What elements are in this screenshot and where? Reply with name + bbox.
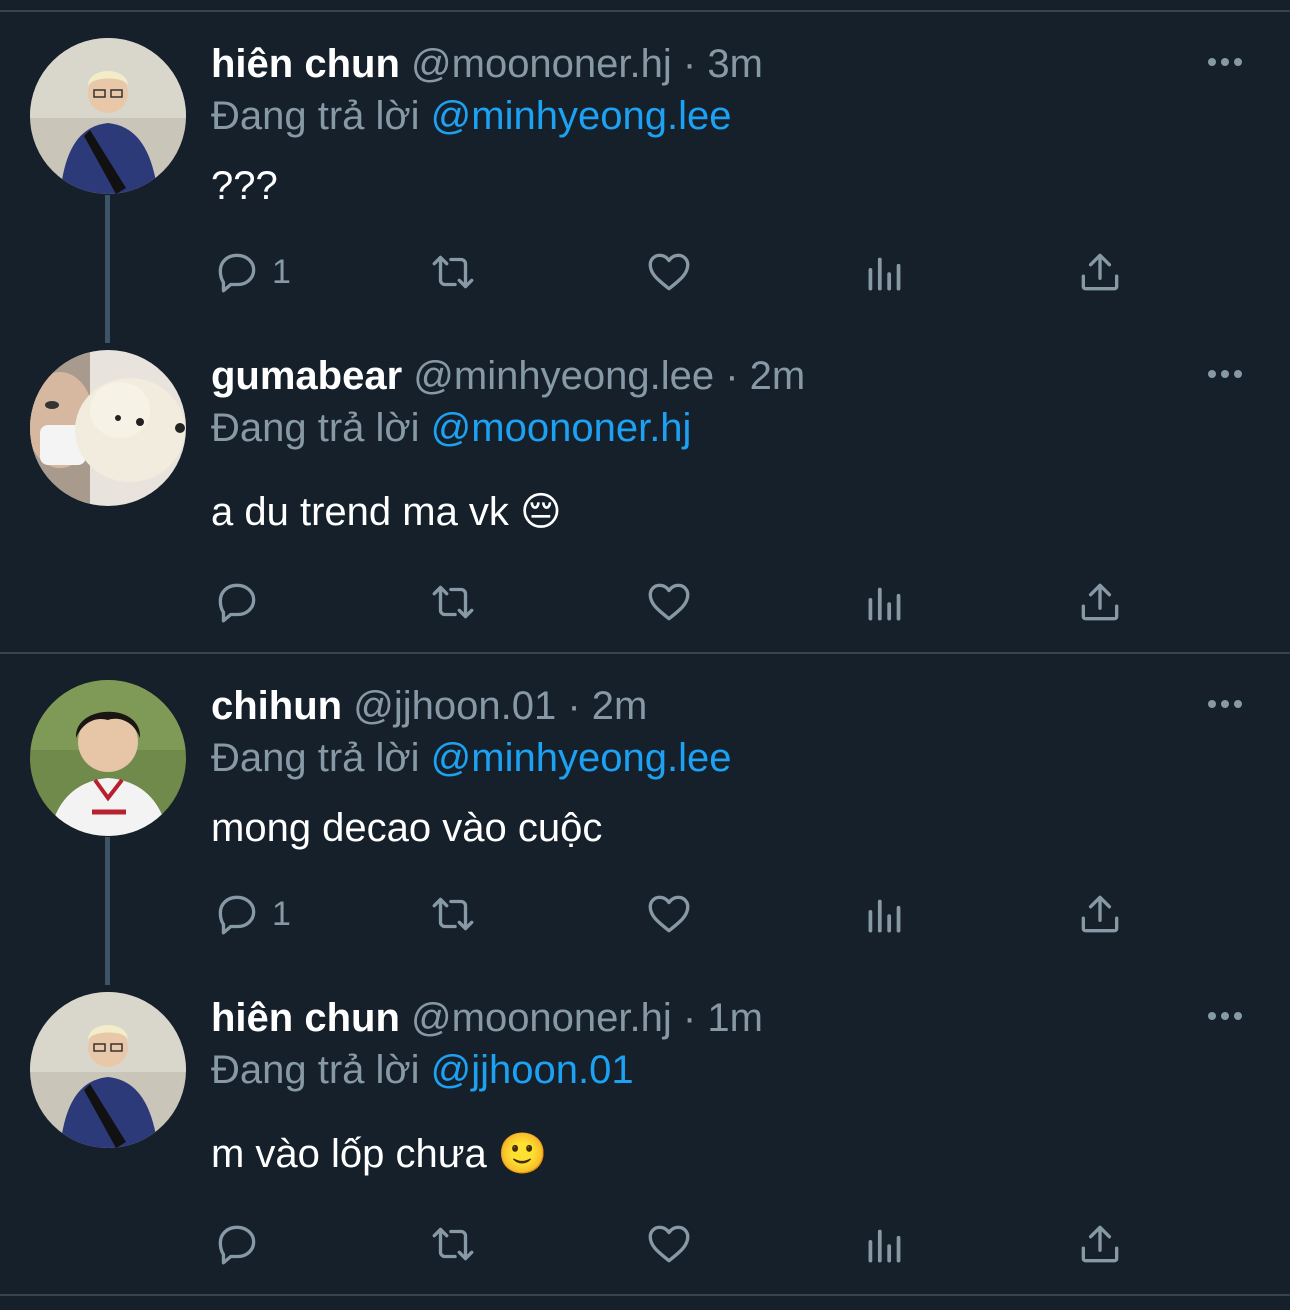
reply-prefix: Đang trả lời xyxy=(211,406,420,450)
retweet-icon xyxy=(432,897,474,931)
tweet-text: mong decao vào cuộc xyxy=(211,806,603,850)
tweet[interactable]: chihun @jjhoon.01 · 2m Đang trả lời @min… xyxy=(0,654,1290,985)
reply-button[interactable]: 1 xyxy=(212,242,291,302)
timestamp[interactable]: 1m xyxy=(707,996,763,1040)
avatar[interactable] xyxy=(30,38,186,194)
reply-prefix: Đang trả lời xyxy=(211,94,420,138)
reply-to-handle[interactable]: @minhyeong.lee xyxy=(431,94,732,138)
tweet-text: a du trend ma vk 😔 xyxy=(211,490,562,534)
reply-to-handle[interactable]: @jjhoon.01 xyxy=(431,1048,634,1092)
share-button[interactable] xyxy=(1075,884,1125,944)
analytics-button[interactable] xyxy=(860,1214,910,1274)
reply-to-handle[interactable]: @minhyeong.lee xyxy=(431,736,732,780)
retweet-button[interactable] xyxy=(428,572,478,632)
avatar[interactable] xyxy=(30,992,186,1148)
display-name[interactable]: hiên chun xyxy=(211,996,400,1040)
timestamp[interactable]: 2m xyxy=(750,354,806,398)
reply-context: Đang trả lời @minhyeong.lee xyxy=(211,734,731,782)
retweet-icon xyxy=(432,255,474,289)
reply-to-handle[interactable]: @moononer.hj xyxy=(431,406,692,450)
reply-context: Đang trả lời @moononer.hj xyxy=(211,404,691,452)
reply-prefix: Đang trả lời xyxy=(211,736,420,780)
analytics-icon xyxy=(868,587,901,621)
action-bar: 1 xyxy=(0,884,1290,944)
retweet-button[interactable] xyxy=(428,1214,478,1274)
handle[interactable]: @moononer.hj xyxy=(411,996,672,1040)
share-icon xyxy=(1081,583,1119,621)
action-bar: 1 xyxy=(0,242,1290,302)
tweet-text: ??? xyxy=(211,164,278,208)
share-button[interactable] xyxy=(1075,242,1125,302)
more-icon[interactable] xyxy=(1208,52,1248,72)
tweet-header: chihun @jjhoon.01 · 2m xyxy=(211,682,647,730)
reply-button[interactable]: 1 xyxy=(212,884,291,944)
timestamp[interactable]: 2m xyxy=(592,684,648,728)
analytics-button[interactable] xyxy=(860,242,910,302)
like-icon xyxy=(648,895,690,933)
display-name[interactable]: hiên chun xyxy=(211,42,400,86)
tweet-header: gumabear @minhyeong.lee · 2m xyxy=(211,352,805,400)
more-icon[interactable] xyxy=(1208,1006,1248,1026)
timestamp[interactable]: 3m xyxy=(707,42,763,86)
handle[interactable]: @moononer.hj xyxy=(411,42,672,86)
share-icon xyxy=(1081,895,1119,933)
like-button[interactable] xyxy=(644,572,694,632)
tweet-header: hiên chun @moononer.hj · 1m xyxy=(211,994,763,1042)
like-icon xyxy=(648,583,690,621)
separator: · xyxy=(725,354,739,398)
more-icon[interactable] xyxy=(1208,694,1248,714)
action-bar xyxy=(0,572,1290,632)
analytics-icon xyxy=(868,1229,901,1263)
handle[interactable]: @jjhoon.01 xyxy=(353,684,556,728)
share-button[interactable] xyxy=(1075,1214,1125,1274)
tweet[interactable]: hiên chun @moononer.hj · 1m Đang trả lời… xyxy=(0,966,1290,1278)
reply-context: Đang trả lời @jjhoon.01 xyxy=(211,1046,634,1094)
tweet[interactable]: gumabear @minhyeong.lee · 2m Đang trả lờ… xyxy=(0,324,1290,636)
action-bar xyxy=(0,1214,1290,1274)
retweet-button[interactable] xyxy=(428,884,478,944)
reply-button[interactable] xyxy=(212,572,272,632)
separator: · xyxy=(682,996,697,1040)
reply-icon xyxy=(218,583,256,623)
avatar[interactable] xyxy=(30,680,186,836)
like-button[interactable] xyxy=(644,1214,694,1274)
share-icon xyxy=(1081,253,1119,291)
reply-prefix: Đang trả lời xyxy=(211,1048,420,1092)
handle[interactable]: @minhyeong.lee xyxy=(413,354,714,398)
avatar[interactable] xyxy=(30,350,186,506)
like-icon xyxy=(648,253,690,291)
like-button[interactable] xyxy=(644,884,694,944)
share-button[interactable] xyxy=(1075,572,1125,632)
retweet-button[interactable] xyxy=(428,242,478,302)
like-icon xyxy=(648,1225,690,1263)
tweet-header: hiên chun @moononer.hj · 3m xyxy=(211,40,763,88)
display-name[interactable]: chihun xyxy=(211,684,342,728)
tweet[interactable]: hiên chun @moononer.hj · 3m Đang trả lời… xyxy=(0,12,1290,343)
reply-icon xyxy=(218,253,256,293)
reply-icon xyxy=(218,895,256,935)
analytics-button[interactable] xyxy=(860,884,910,944)
tweet-text: m vào lốp chưa 🙂 xyxy=(211,1132,548,1176)
analytics-icon xyxy=(868,899,901,933)
reply-button[interactable] xyxy=(212,1214,272,1274)
display-name[interactable]: gumabear xyxy=(211,354,402,398)
more-icon[interactable] xyxy=(1208,364,1248,384)
reply-count: 1 xyxy=(272,252,291,291)
separator: · xyxy=(567,684,581,728)
like-button[interactable] xyxy=(644,242,694,302)
analytics-button[interactable] xyxy=(860,572,910,632)
reply-icon xyxy=(218,1225,256,1265)
analytics-icon xyxy=(868,257,901,291)
retweet-icon xyxy=(432,585,474,619)
divider xyxy=(0,1294,1290,1296)
reply-context: Đang trả lời @minhyeong.lee xyxy=(211,92,731,140)
retweet-icon xyxy=(432,1227,474,1261)
share-icon xyxy=(1081,1225,1119,1263)
reply-count: 1 xyxy=(272,894,291,933)
separator: · xyxy=(682,42,697,86)
